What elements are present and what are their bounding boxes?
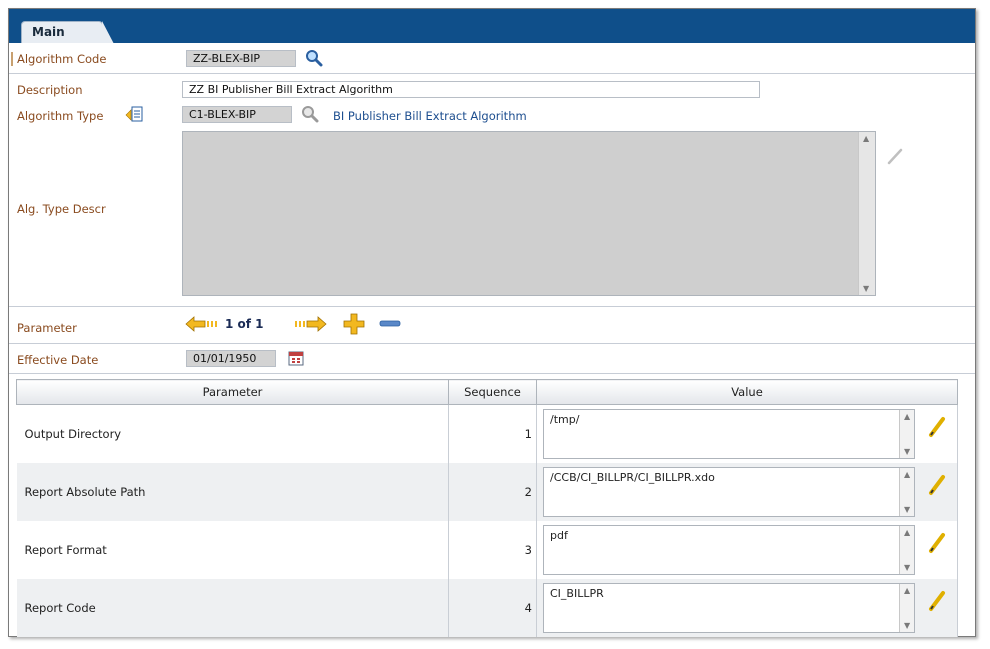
alg-type-descr-label: Alg. Type Descr <box>17 202 106 216</box>
alg-type-descr-textarea[interactable]: ▲ ▼ <box>182 131 876 296</box>
remove-row-icon[interactable] <box>379 319 401 329</box>
table-row: Report Format 3 pdf ▲ ▼ <box>16 521 958 579</box>
column-header-parameter: Parameter <box>16 379 449 405</box>
value-cell: /tmp/ ▲ ▼ <box>536 404 958 463</box>
algorithm-type-description-link[interactable]: BI Publisher Bill Extract Algorithm <box>333 109 527 123</box>
value-text: CI_BILLPR <box>550 587 604 600</box>
value-text: /CCB/CI_BILLPR/CI_BILLPR.xdo <box>550 471 715 484</box>
parameter-cell: Report Absolute Path <box>16 463 449 521</box>
table-row: Report Code 4 CI_BILLPR ▲ ▼ <box>16 579 958 637</box>
scroll-down-icon[interactable]: ▼ <box>904 621 910 630</box>
sequence-cell: 4 <box>448 579 537 637</box>
parameter-cell: Output Directory <box>16 404 449 463</box>
edit-pencil-icon[interactable] <box>927 415 947 439</box>
tab-bar: Main <box>9 9 975 44</box>
value-scrollbar[interactable]: ▲ ▼ <box>899 410 914 458</box>
algorithm-form: Main Algorithm Code ZZ-BLEX-BIP Descript… <box>8 8 976 637</box>
sequence-cell: 2 <box>448 463 537 521</box>
edit-pencil-icon[interactable] <box>927 531 947 555</box>
value-textarea[interactable]: /CCB/CI_BILLPR/CI_BILLPR.xdo ▲ ▼ <box>543 467 915 517</box>
value-scrollbar[interactable]: ▲ ▼ <box>899 468 914 516</box>
edit-pencil-icon[interactable] <box>927 589 947 613</box>
description-label: Description <box>17 83 83 97</box>
calendar-icon[interactable] <box>288 350 304 366</box>
parameter-cell: Report Code <box>16 579 449 637</box>
algorithm-type-context-icon[interactable] <box>125 105 143 123</box>
value-text: /tmp/ <box>550 413 580 426</box>
algorithm-code-label: Algorithm Code <box>11 52 106 66</box>
page-indicator: 1 of 1 <box>225 317 264 331</box>
scroll-down-icon[interactable]: ▼ <box>904 505 910 514</box>
parameter-nav-row: Parameter 1 of 1 <box>9 307 975 344</box>
prev-page-icon[interactable] <box>185 316 219 332</box>
value-text: pdf <box>550 529 568 542</box>
value-scrollbar[interactable]: ▲ ▼ <box>899 584 914 632</box>
edit-pencil-icon[interactable] <box>927 473 947 497</box>
table-row: Report Absolute Path 2 /CCB/CI_BILLPR/CI… <box>16 463 958 521</box>
scroll-down-icon[interactable]: ▼ <box>863 284 869 293</box>
algorithm-code-row: Algorithm Code ZZ-BLEX-BIP <box>9 43 975 74</box>
scroll-up-icon[interactable]: ▲ <box>904 586 910 595</box>
scroll-up-icon[interactable]: ▲ <box>904 470 910 479</box>
sequence-cell: 3 <box>448 521 537 579</box>
value-textarea[interactable]: pdf ▲ ▼ <box>543 525 915 575</box>
value-scrollbar[interactable]: ▲ ▼ <box>899 526 914 574</box>
value-cell: pdf ▲ ▼ <box>536 521 958 579</box>
parameter-label: Parameter <box>17 321 77 335</box>
next-page-icon[interactable] <box>293 316 327 332</box>
value-cell: CI_BILLPR ▲ ▼ <box>536 579 958 637</box>
tab-main[interactable]: Main <box>21 21 114 44</box>
scroll-up-icon[interactable]: ▲ <box>863 134 869 143</box>
algorithm-type-field[interactable]: C1-BLEX-BIP <box>182 106 292 123</box>
effective-date-field[interactable]: 01/01/1950 <box>186 350 276 367</box>
effective-date-label: Effective Date <box>17 353 99 367</box>
alg-type-descr-scrollbar[interactable]: ▲ ▼ <box>858 132 875 295</box>
description-block: Description ZZ BI Publisher Bill Extract… <box>9 74 975 307</box>
scroll-down-icon[interactable]: ▼ <box>904 447 910 456</box>
value-cell: /CCB/CI_BILLPR/CI_BILLPR.xdo ▲ ▼ <box>536 463 958 521</box>
tab-main-label: Main <box>32 25 65 39</box>
table-row: Output Directory 1 /tmp/ ▲ ▼ <box>16 404 958 463</box>
column-header-value: Value <box>536 379 958 405</box>
algorithm-type-label: Algorithm Type <box>17 109 104 123</box>
parameter-cell: Report Format <box>16 521 449 579</box>
edit-pencil-icon[interactable] <box>885 146 905 166</box>
parameter-grid: Parameter Sequence Value Output Director… <box>16 379 958 637</box>
value-textarea[interactable]: /tmp/ ▲ ▼ <box>543 409 915 459</box>
value-textarea[interactable]: CI_BILLPR ▲ ▼ <box>543 583 915 633</box>
scroll-down-icon[interactable]: ▼ <box>904 563 910 572</box>
search-icon-disabled[interactable] <box>301 105 319 123</box>
add-row-icon[interactable] <box>342 312 366 336</box>
scroll-up-icon[interactable]: ▲ <box>904 528 910 537</box>
algorithm-code-field[interactable]: ZZ-BLEX-BIP <box>186 50 296 67</box>
description-field[interactable]: ZZ BI Publisher Bill Extract Algorithm <box>182 81 760 98</box>
scroll-up-icon[interactable]: ▲ <box>904 412 910 421</box>
column-header-sequence: Sequence <box>448 379 537 405</box>
sequence-cell: 1 <box>448 404 537 463</box>
search-icon[interactable] <box>305 49 323 67</box>
effective-date-row: Effective Date 01/01/1950 <box>9 344 975 373</box>
